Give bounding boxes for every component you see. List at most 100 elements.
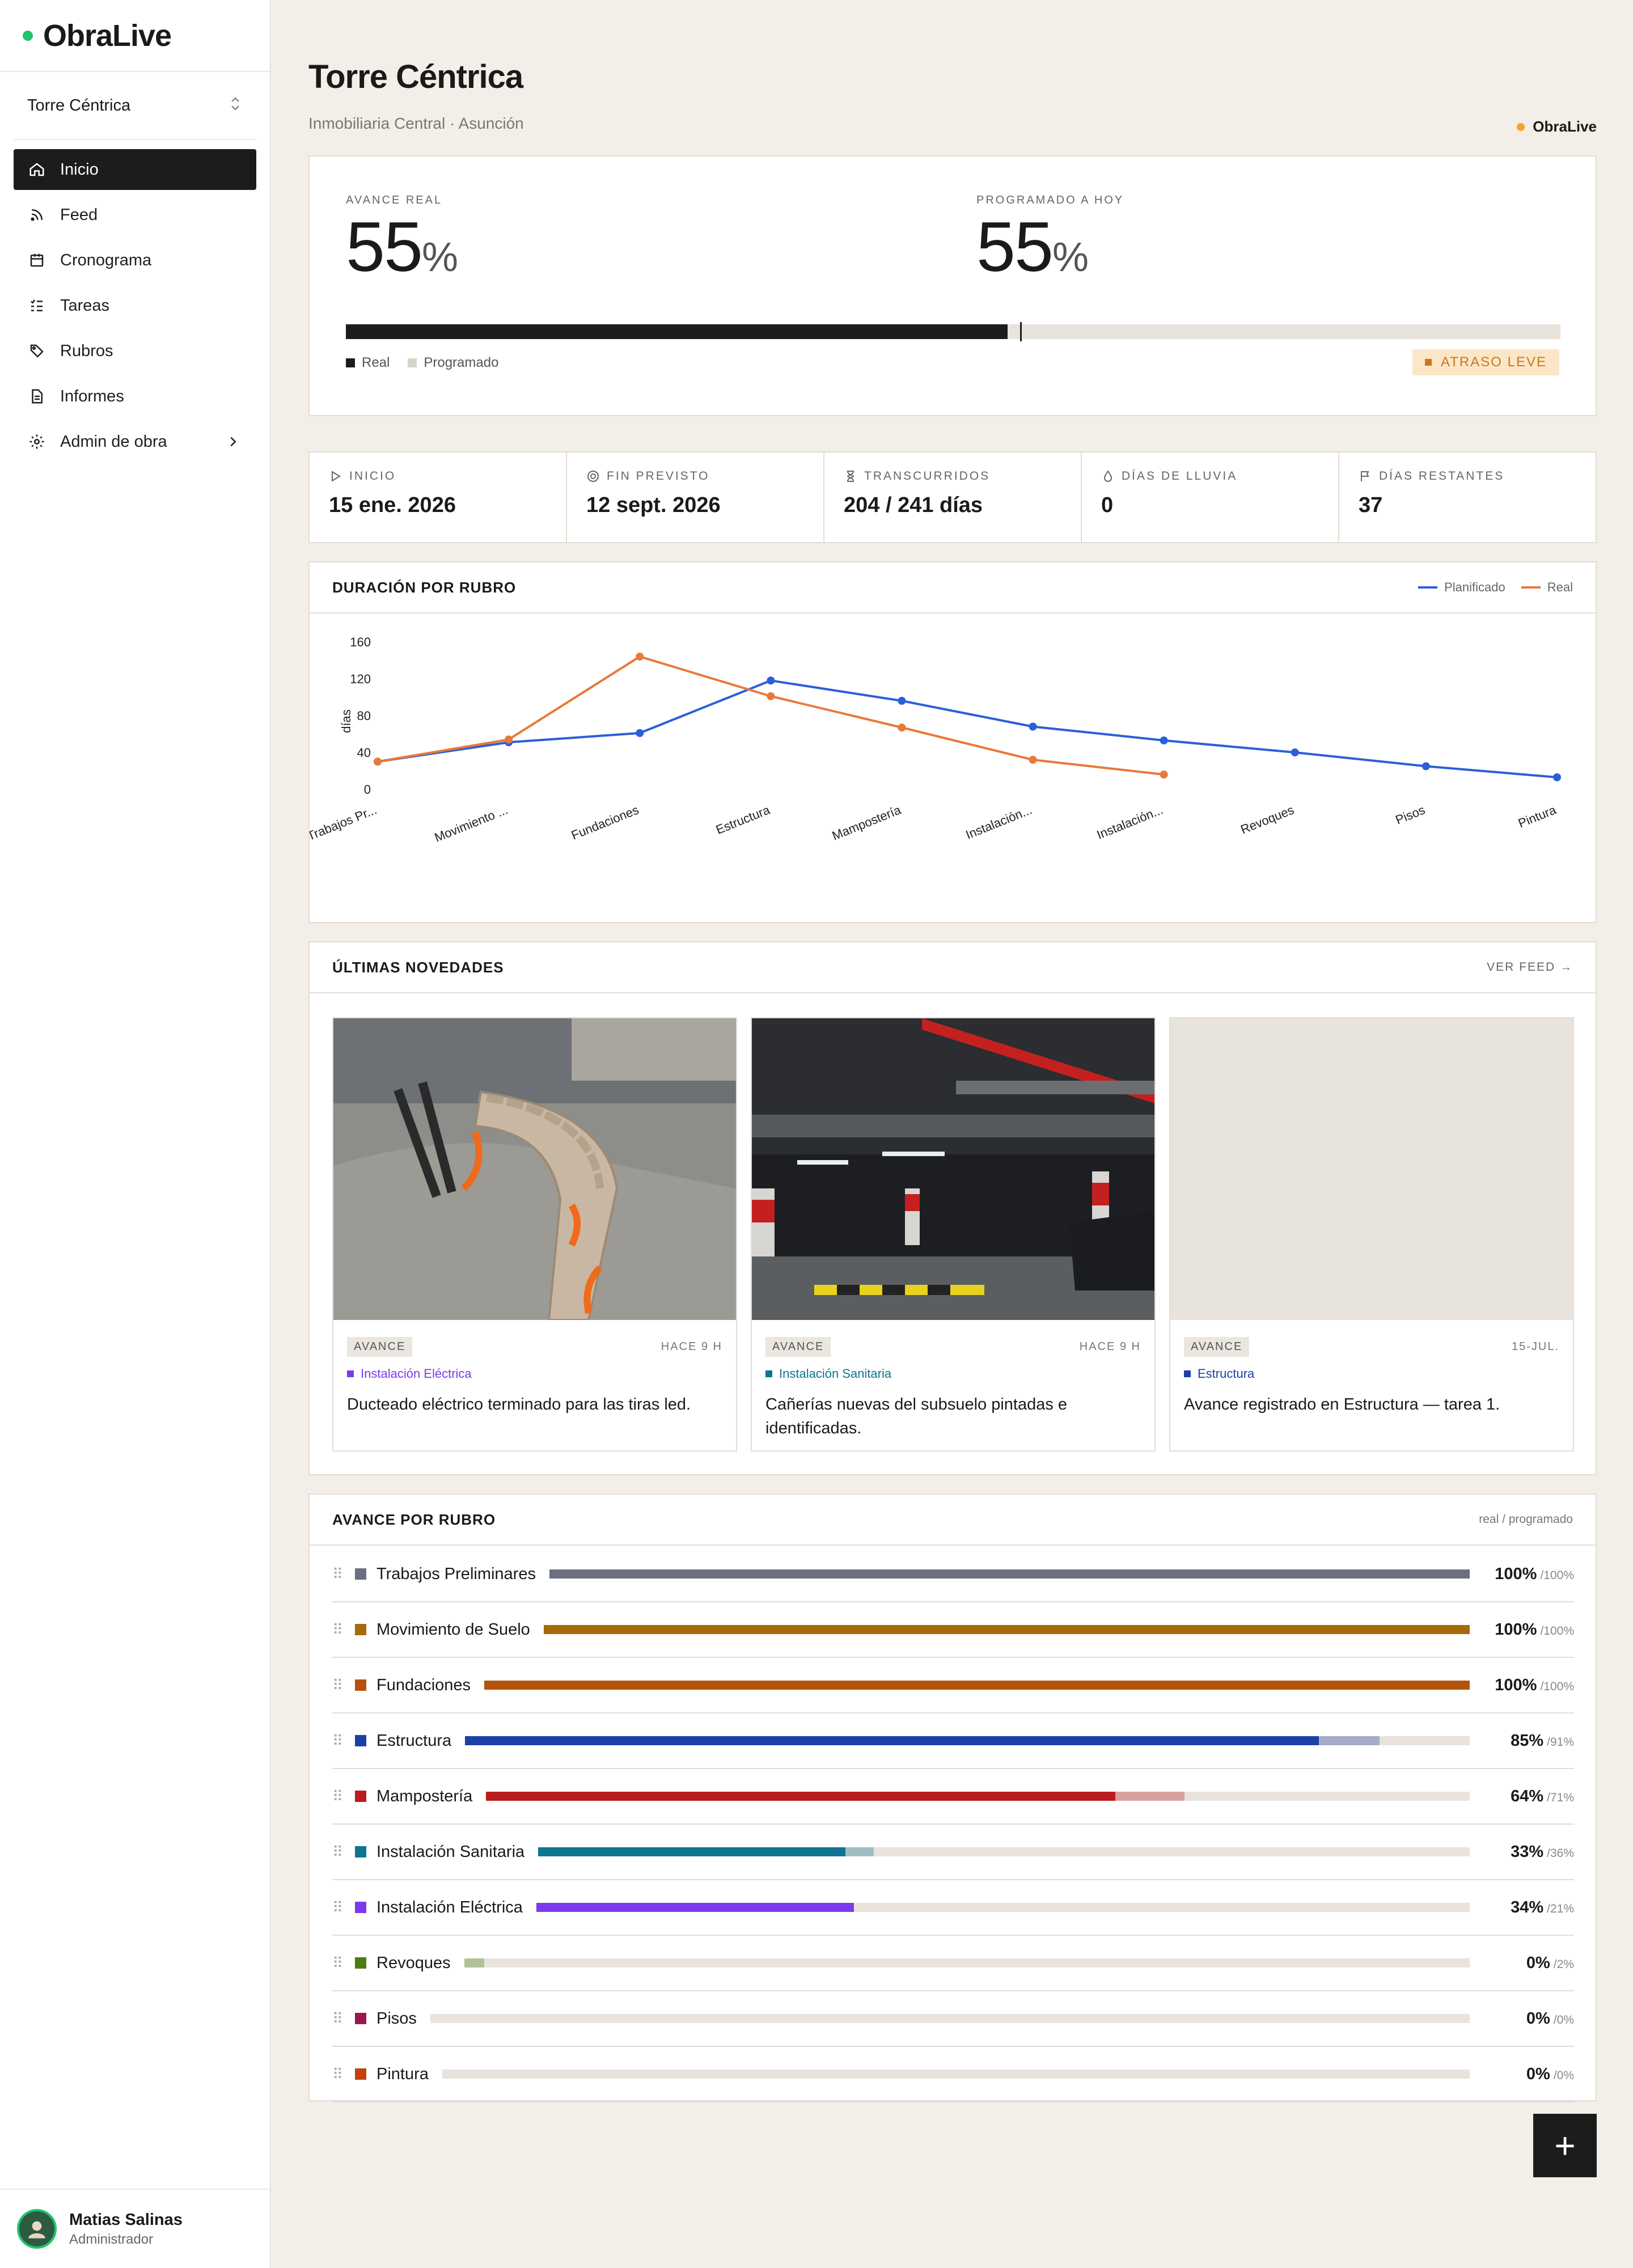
post-meta: AVANCE HACE 9 H xyxy=(765,1337,1141,1357)
project-selector[interactable]: Torre Céntrica xyxy=(14,72,256,140)
drag-handle-icon[interactable]: ⠿ xyxy=(332,1621,355,1639)
avatar xyxy=(17,2209,57,2249)
sidebar-item-cronograma[interactable]: Cronograma xyxy=(14,240,256,281)
feed-post[interactable]: AVANCE HACE 9 H Instalación Sanitaria Ca… xyxy=(751,1017,1156,1452)
post-time: HACE 9 H xyxy=(1079,1340,1141,1353)
drag-handle-icon[interactable]: ⠿ xyxy=(332,1788,355,1805)
x-tick-label: Trabajos Pr... xyxy=(310,802,379,843)
programmed-progress-value: 55% xyxy=(976,208,1089,286)
post-category: Instalación Sanitaria xyxy=(765,1366,891,1381)
legend-planned-line xyxy=(1418,586,1438,589)
drag-handle-icon[interactable]: ⠿ xyxy=(332,2066,355,2083)
real-progress-label: AVANCE REAL xyxy=(346,194,443,206)
brand-logo[interactable]: ObraLive xyxy=(0,0,270,72)
drag-handle-icon[interactable]: ⠿ xyxy=(332,1843,355,1861)
chart-card-header: DURACIÓN POR RUBRO Planificado Real xyxy=(310,562,1596,613)
programmed-progress-label: PROGRAMADO A HOY xyxy=(976,194,1124,206)
rubro-row[interactable]: ⠿ Mampostería 64%/71% xyxy=(332,1769,1574,1825)
rubro-name: Revoques xyxy=(376,1953,451,1972)
sidebar-item-label: Cronograma xyxy=(60,251,152,269)
add-button[interactable]: + xyxy=(1533,2114,1597,2177)
rubro-row[interactable]: ⠿ Revoques 0%/2% xyxy=(332,1936,1574,1991)
rubro-real-fill xyxy=(543,1625,1470,1634)
latest-news-card: ÚLTIMAS NOVEDADES VER FEED → AVANCE HACE… xyxy=(308,941,1597,1475)
rubro-row[interactable]: ⠿ Trabajos Preliminares 100%/100% xyxy=(332,1547,1574,1602)
rubro-name: Instalación Sanitaria xyxy=(376,1842,525,1861)
stat-label: INICIO xyxy=(349,469,396,483)
rubro-row[interactable]: ⠿ Movimiento de Suelo 100%/100% xyxy=(332,1602,1574,1658)
drag-handle-icon[interactable]: ⠿ xyxy=(332,1899,355,1916)
rubro-programmed-fill xyxy=(464,1958,485,1967)
brand-dot-icon xyxy=(23,30,33,41)
chart-card-title: DURACIÓN POR RUBRO xyxy=(332,578,517,596)
rubro-row[interactable]: ⠿ Instalación Eléctrica 34%/21% xyxy=(332,1880,1574,1936)
post-tag: AVANCE xyxy=(765,1337,831,1357)
x-tick-label: Instalación... xyxy=(1095,802,1165,841)
rubro-name: Mampostería xyxy=(376,1787,473,1805)
feed-post[interactable]: AVANCE HACE 9 H Instalación Eléctrica Du… xyxy=(332,1017,737,1452)
view-feed-link[interactable]: VER FEED → xyxy=(1487,960,1573,974)
post-tag: AVANCE xyxy=(1184,1337,1250,1357)
x-tick-label: Instalación... xyxy=(964,802,1034,841)
x-tick-label: Mampostería xyxy=(830,802,903,843)
rubro-name: Pintura xyxy=(376,2064,429,2083)
rubros-card-title: AVANCE POR RUBRO xyxy=(332,1510,496,1528)
y-tick-label: 40 xyxy=(357,746,371,760)
drag-handle-icon[interactable]: ⠿ xyxy=(332,2010,355,2028)
sidebar-item-informes[interactable]: Informes xyxy=(14,376,256,417)
stat-dias-restantes: DÍAS RESTANTES 37 xyxy=(1339,452,1596,542)
y-tick-label: 80 xyxy=(357,709,371,723)
rubro-value: 0%/2% xyxy=(1526,1953,1574,1972)
rubro-value: 0%/0% xyxy=(1526,2064,1574,2083)
rubro-row[interactable]: ⠿ Pintura 0%/0% xyxy=(332,2047,1574,2102)
rubro-progress-track xyxy=(538,1847,1470,1856)
user-profile[interactable]: Matias Salinas Administrador xyxy=(0,2189,270,2268)
data-point xyxy=(1291,748,1299,756)
sidebar-item-admin[interactable]: Admin de obra xyxy=(14,421,256,462)
rubro-row[interactable]: ⠿ Estructura 85%/91% xyxy=(332,1713,1574,1769)
rubro-swatch xyxy=(355,1568,366,1580)
drag-handle-icon[interactable]: ⠿ xyxy=(332,1732,355,1750)
sidebar-item-tareas[interactable]: Tareas xyxy=(14,285,256,326)
rubro-name: Fundaciones xyxy=(376,1675,471,1694)
rubro-value: 34%/21% xyxy=(1511,1898,1574,1916)
sidebar-nav: Inicio Feed Cronograma Tareas Rubros Inf… xyxy=(0,140,270,476)
rubro-real-fill xyxy=(549,1569,1470,1579)
drag-handle-icon[interactable]: ⠿ xyxy=(332,1954,355,1972)
x-tick-label: Movimiento ... xyxy=(433,802,510,844)
user-name: Matias Salinas xyxy=(69,2210,183,2229)
rubro-row[interactable]: ⠿ Pisos 0%/0% xyxy=(332,1991,1574,2047)
sidebar-item-label: Feed xyxy=(60,205,98,224)
rubro-swatch xyxy=(355,2013,366,2024)
document-icon xyxy=(32,389,43,404)
series-line-real xyxy=(377,655,1164,776)
post-text: Cañerías nuevas del subsuelo pintadas e … xyxy=(765,1395,1068,1437)
sidebar-item-label: Rubros xyxy=(60,341,113,360)
drag-handle-icon[interactable]: ⠿ xyxy=(332,1565,355,1583)
status-badge-label: ATRASO LEVE xyxy=(1441,354,1547,370)
flag-icon xyxy=(1361,471,1369,481)
sidebar-item-feed[interactable]: Feed xyxy=(14,194,256,235)
calendar-icon xyxy=(30,253,44,267)
rubro-value: 0%/0% xyxy=(1526,2009,1574,2028)
x-tick-label: Pisos xyxy=(1394,802,1427,827)
rubro-row[interactable]: ⠿ Fundaciones 100%/100% xyxy=(332,1658,1574,1713)
stat-value: 12 sept. 2026 xyxy=(586,493,721,517)
y-tick-label: 120 xyxy=(350,672,371,686)
feed-card-header: ÚLTIMAS NOVEDADES VER FEED → xyxy=(310,942,1596,993)
sidebar-item-inicio[interactable]: Inicio xyxy=(14,149,256,190)
drag-handle-icon[interactable]: ⠿ xyxy=(332,1677,355,1694)
legend-planned-label: Planificado xyxy=(1444,580,1505,594)
data-point xyxy=(1422,762,1430,771)
hourglass-icon xyxy=(847,471,854,482)
feed-post[interactable]: AVANCE 15-JUL. Estructura Avance registr… xyxy=(1169,1017,1574,1452)
chart-legend: Planificado Real xyxy=(1418,580,1573,595)
status-badge: ATRASO LEVE xyxy=(1412,349,1559,375)
rubro-swatch xyxy=(355,2068,366,2080)
stat-value: 37 xyxy=(1359,493,1383,517)
rubro-row[interactable]: ⠿ Instalación Sanitaria 33%/36% xyxy=(332,1825,1574,1880)
sidebar-item-rubros[interactable]: Rubros xyxy=(14,331,256,371)
rubro-progress-track xyxy=(543,1625,1470,1634)
page-subtitle: Inmobiliaria Central · Asunción xyxy=(308,115,524,132)
data-point xyxy=(505,735,513,744)
